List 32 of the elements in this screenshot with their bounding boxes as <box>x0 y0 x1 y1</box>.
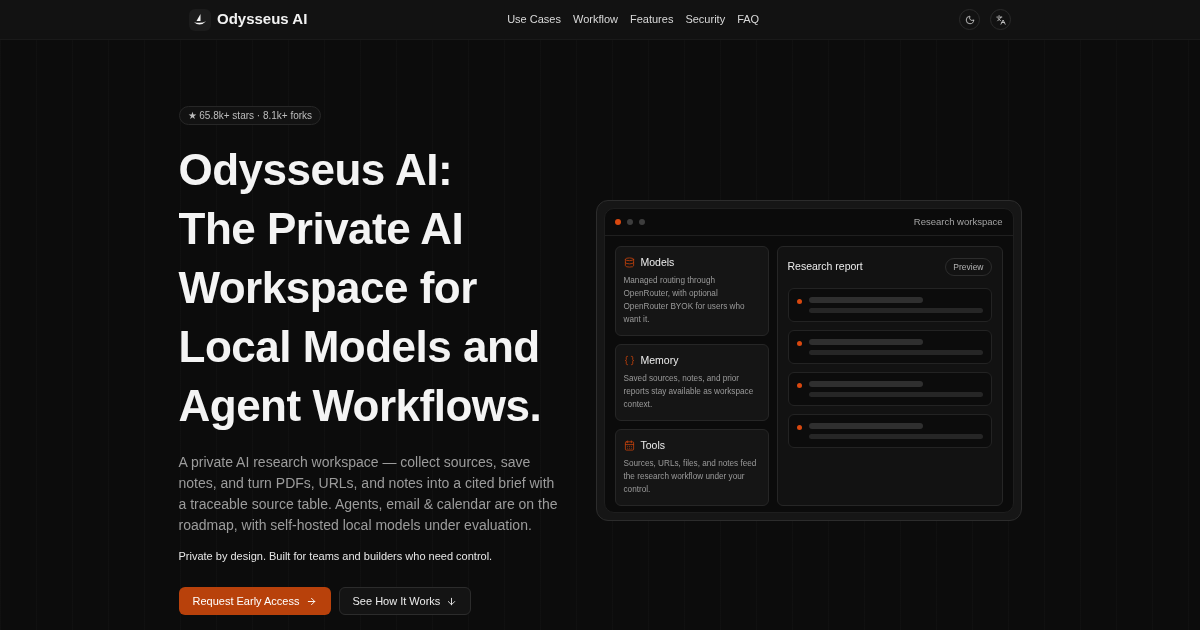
dot-icon <box>796 341 802 346</box>
nav-link[interactable]: Use Cases <box>507 11 561 28</box>
dot-icon <box>796 299 802 304</box>
card-description: Sources, URLs, files, and notes feed the research workflow under your control. <box>623 458 758 496</box>
dot-icon <box>796 425 802 430</box>
nav-link[interactable]: Security <box>685 11 726 28</box>
hero-tagline: Private by design. Built for teams and builders who need control. <box>178 549 493 564</box>
panel-title: Research report <box>787 259 863 275</box>
dot-icon <box>796 383 802 388</box>
nav-link[interactable]: FAQ <box>737 11 760 28</box>
moon-icon <box>964 14 975 25</box>
request-access-button[interactable]: Request Early Access <box>178 587 331 615</box>
nav-link[interactable]: Workflow <box>572 11 618 28</box>
nav-link[interactable]: Features <box>630 11 674 28</box>
brand-name[interactable]: Odysseus AI <box>217 8 308 31</box>
hero-headline: Odysseus AI: The Private AI Workspace for Local Models and Agent Workflows. <box>178 144 542 432</box>
stars-badge: ★ 65.8k+ stars · 8.1k+ forks <box>178 106 322 125</box>
database-icon <box>623 256 635 268</box>
card-title: Models <box>640 255 675 269</box>
card-description: Managed routing through OpenRouter, with optional OpenRouter BYOK for users who want it. <box>623 275 746 326</box>
hero-description: A private AI research workspace — collect sources, save notes, and turn PDFs, URLs, and notes into a cited brief with a traceable source table. Agents, email & calendar are on the roadmap, with self-hosted local models under evaluation. <box>178 453 559 535</box>
translate-icon <box>995 14 1006 25</box>
window-title: Research workspace <box>913 214 1003 229</box>
braces-icon <box>623 354 635 366</box>
logo-icon <box>189 8 211 31</box>
calendar-icon <box>623 439 635 451</box>
card-title: Tools <box>640 438 665 452</box>
how-it-works-button[interactable]: See How It Works <box>338 587 472 615</box>
card-title: Memory <box>640 353 679 367</box>
arrow-right-icon <box>305 595 317 607</box>
card-description: Saved sources, notes, and prior reports stay available as workspace context. <box>623 373 755 411</box>
arrow-down-icon <box>446 595 458 607</box>
